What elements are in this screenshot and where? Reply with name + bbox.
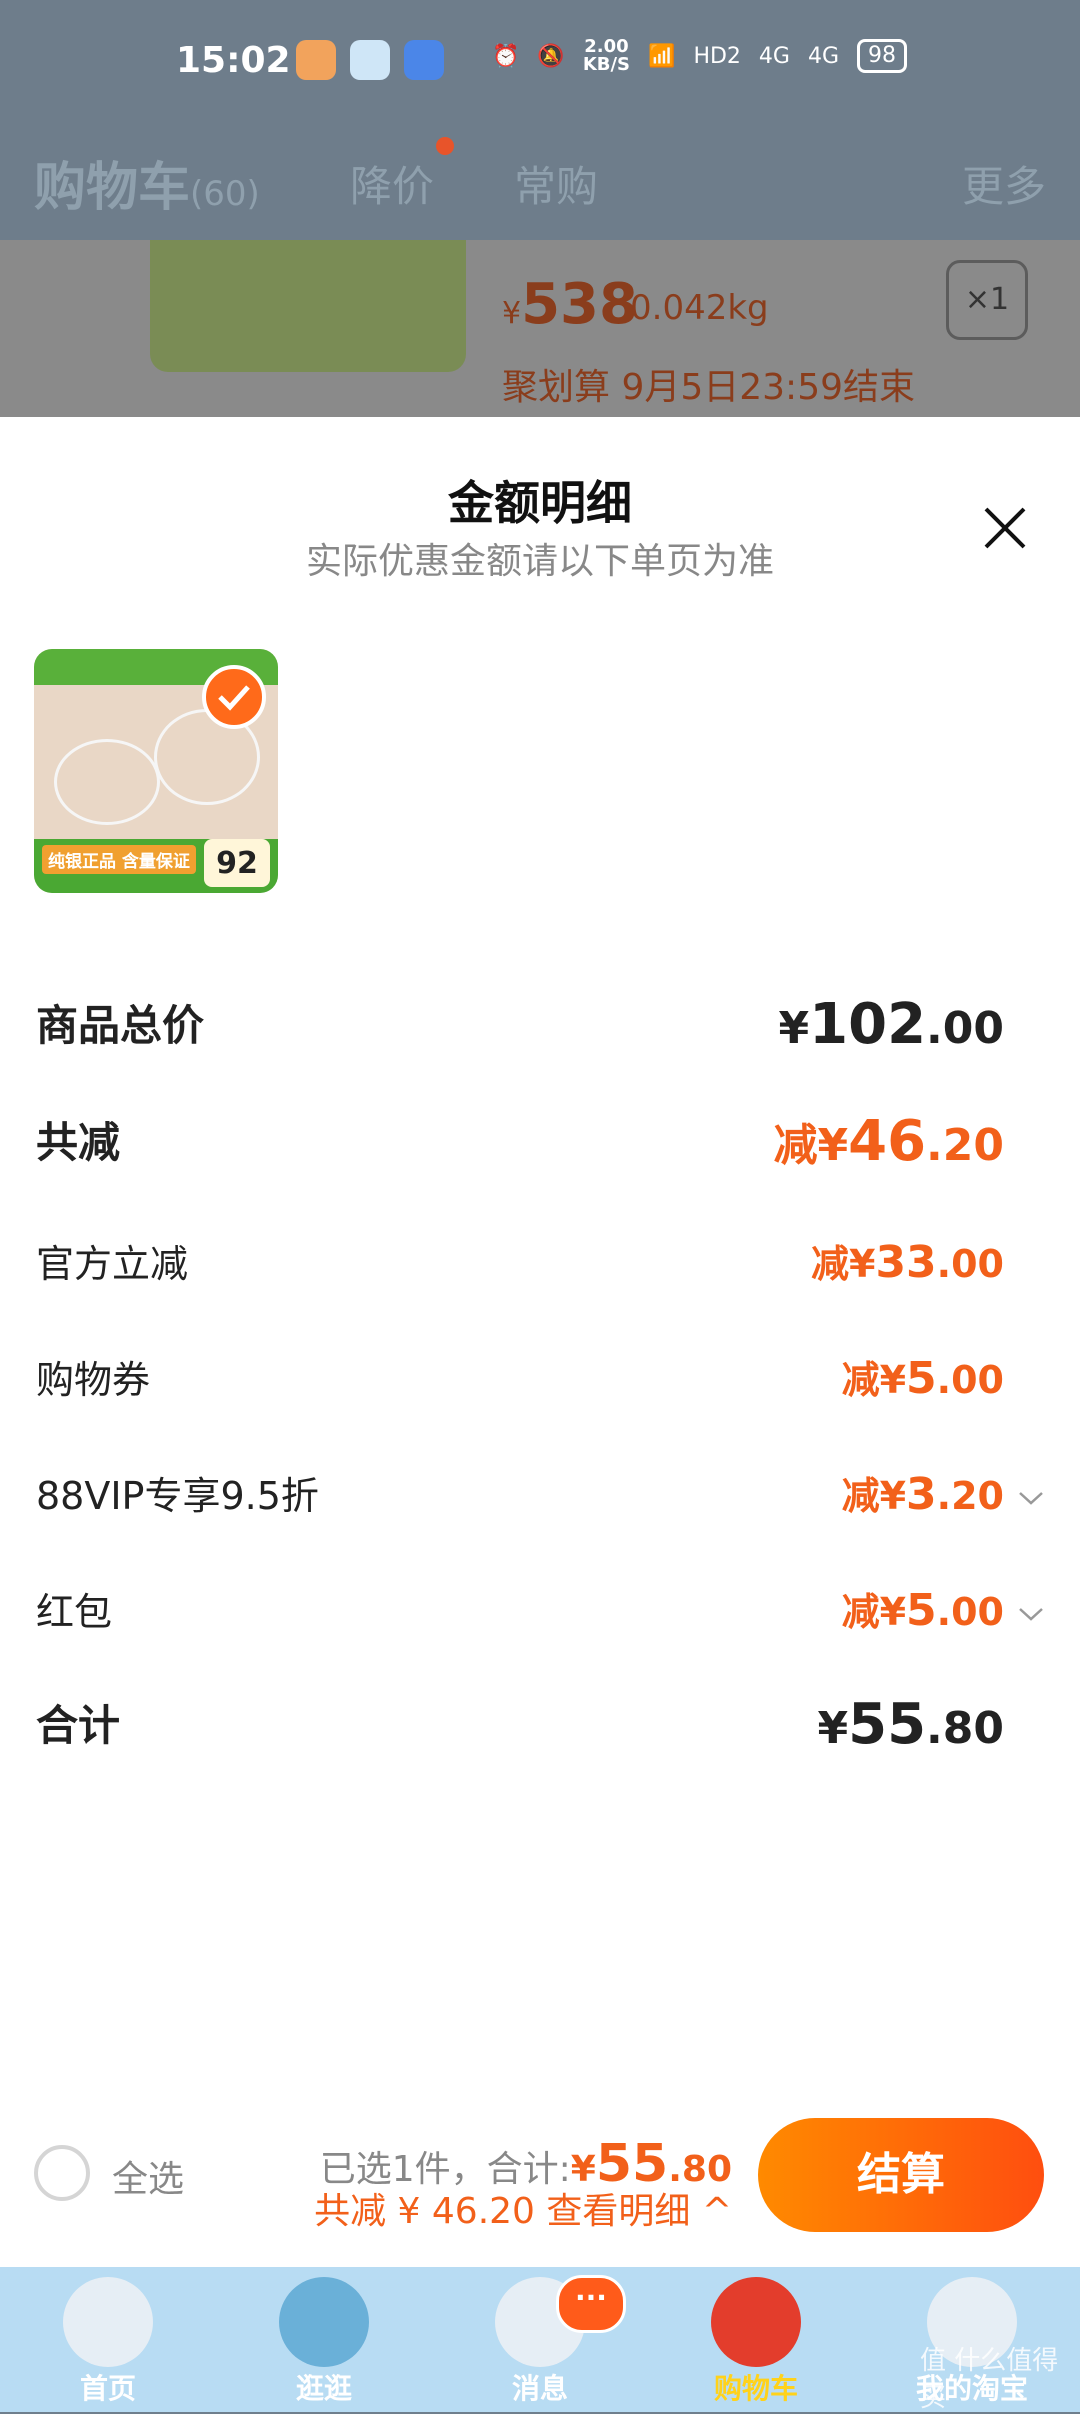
more-button[interactable]: 更多	[962, 153, 1046, 214]
checkmark-icon[interactable]	[202, 665, 266, 729]
promo-text: 聚划算 9月5日23:59结束	[502, 367, 915, 408]
red-packet-value: 减¥5.00	[841, 1585, 1004, 1636]
bracelet-shape	[54, 739, 160, 825]
product-badge-price: 92	[204, 839, 270, 887]
row-vip-discount[interactable]: 88VIP专享9.5折 减¥3.20	[36, 1465, 1046, 1535]
chevron-down-icon[interactable]	[1016, 1599, 1046, 1629]
app-notification-icon	[296, 40, 336, 80]
tab-price-drop[interactable]: 降价	[350, 153, 434, 214]
tab-cart[interactable]: 购物车	[648, 2267, 864, 2412]
checkout-button[interactable]: 结算	[758, 2118, 1044, 2232]
signal-icon: 4G	[758, 43, 790, 69]
cart-icon	[711, 2277, 801, 2367]
status-indicators: ⏰ 🔕 2.00 KB/S 📶 HD2 4G 4G 98	[492, 36, 908, 75]
select-all-label[interactable]: 全选	[112, 2150, 184, 2202]
close-icon[interactable]	[980, 503, 1030, 553]
cart-item-background: ¥538 0.042kg ×1 聚划算 9月5日23:59结束	[0, 240, 1080, 417]
wifi-icon: 📶	[648, 43, 676, 69]
battery-icon: 98	[857, 39, 908, 73]
quantity-button[interactable]: ×1	[946, 260, 1028, 340]
message-badge: ···	[556, 2275, 626, 2333]
official-discount-value: 减¥33.00	[810, 1237, 1004, 1288]
tab-bar: 首页 逛逛 消息 购物车 我的淘宝	[0, 2267, 1080, 2412]
alarm-icon: ⏰	[492, 43, 520, 69]
tab-browse[interactable]: 逛逛	[216, 2267, 432, 2412]
signal-icon: 4G	[807, 43, 840, 69]
notification-icons	[296, 40, 444, 80]
tab-frequent[interactable]: 常购	[514, 153, 598, 214]
net-speed: 2.00 KB/S	[582, 36, 631, 75]
app-notification-icon	[404, 40, 444, 80]
grand-total-value: ¥55.80	[817, 1692, 1004, 1757]
sheet-title: 金额明细	[448, 476, 632, 530]
tab-home[interactable]: 首页	[0, 2267, 216, 2412]
checkout-bar: 全选 已选1件，合计:¥55.80 共减 ¥ 46.20 查看明细 ^ 结算	[0, 2100, 1080, 2267]
product-image[interactable]: 纯银正品 含量保证 92	[34, 649, 278, 893]
row-grand-total: 合计 ¥55.80	[36, 1692, 1004, 1757]
row-red-packet[interactable]: 红包 减¥5.00	[36, 1581, 1046, 1651]
select-all-checkbox[interactable]	[34, 2145, 90, 2201]
view-details-link[interactable]: 共减 ¥ 46.20 查看明细 ^	[314, 2182, 732, 2234]
mute-icon: 🔕	[537, 43, 565, 69]
status-time: 15:02	[176, 40, 291, 81]
product-label: 纯银正品 含量保证	[42, 845, 196, 874]
row-shopping-coupon: 购物券 减¥5.00	[36, 1349, 1046, 1419]
vip-discount-value: 减¥3.20	[841, 1469, 1004, 1520]
home-icon	[63, 2277, 153, 2367]
row-total-discount: 共减 减¥46.20	[36, 1109, 1004, 1174]
chevron-down-icon[interactable]	[1016, 1483, 1046, 1513]
total-discount-value: 减¥46.20	[773, 1109, 1004, 1174]
row-goods-total: 商品总价 ¥102.00	[36, 992, 1004, 1057]
status-bar: 15:02 ⏰ 🔕 2.00 KB/S 📶 HD2 4G 4G 98	[0, 0, 1080, 125]
row-official-discount: 官方立减 减¥33.00	[36, 1233, 1046, 1303]
item-price: ¥538	[502, 272, 638, 337]
goods-total-value: ¥102.00	[778, 992, 1004, 1057]
app-notification-icon	[350, 40, 390, 80]
cart-header: 购物车(60) 降价 常购 更多	[0, 125, 1080, 240]
sheet-subtitle: 实际优惠金额请以下单页为准	[305, 541, 774, 582]
coupon-value: 减¥5.00	[841, 1353, 1004, 1404]
notification-dot	[436, 137, 454, 155]
browse-icon	[279, 2277, 369, 2367]
amount-detail-sheet: 金额明细 实际优惠金额请以下单页为准 纯银正品 含量保证 92 商品总价 ¥10…	[0, 417, 1080, 2267]
watermark: 值 什么值得买	[920, 2346, 1059, 2413]
item-weight: 0.042kg	[630, 288, 769, 328]
product-thumbnail	[150, 240, 466, 372]
hd-icon: HD2	[693, 43, 741, 69]
cart-title: 购物车(60)	[34, 158, 260, 218]
